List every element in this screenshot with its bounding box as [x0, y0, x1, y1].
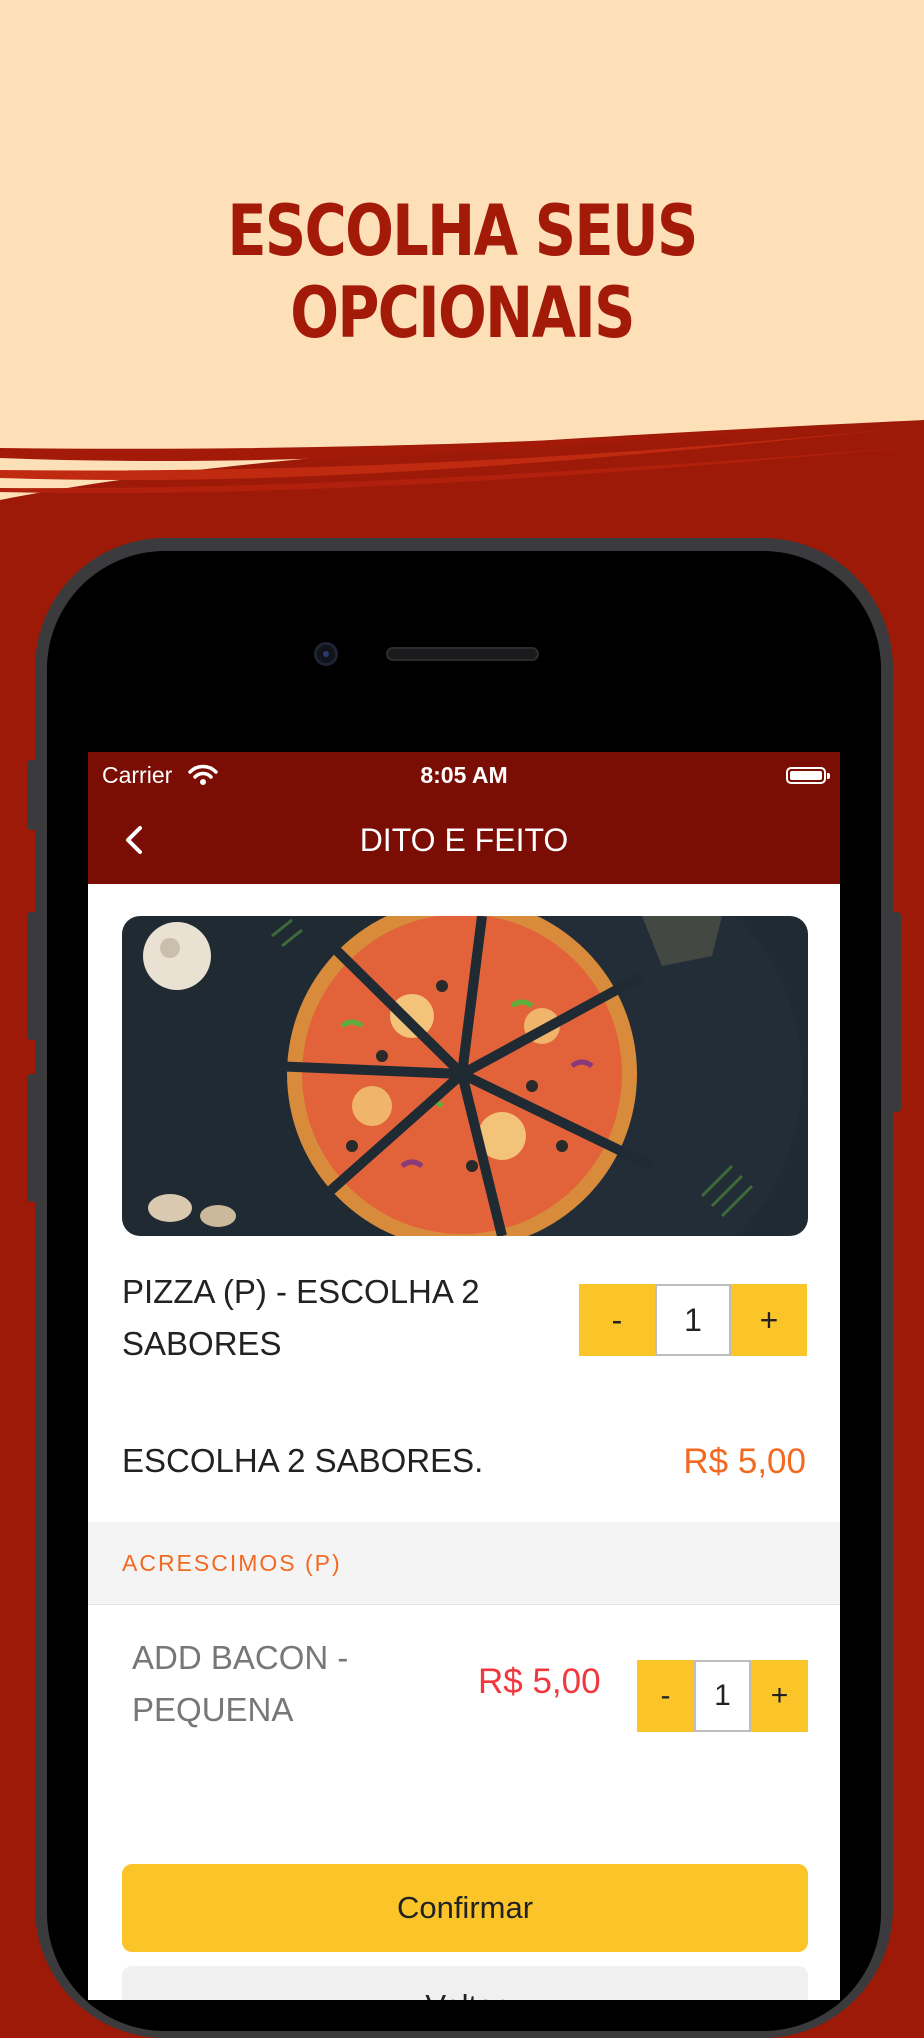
confirm-button[interactable]: Confirmar — [122, 1864, 808, 1952]
section-title: ACRESCIMOS (P) — [122, 1550, 342, 1576]
increase-quantity-button[interactable]: + — [731, 1284, 807, 1356]
option-price: R$ 5,00 — [478, 1662, 601, 1701]
battery-icon — [786, 767, 830, 784]
phone-power-button — [889, 912, 901, 1112]
status-time: 8:05 AM — [420, 762, 508, 788]
product-price: R$ 5,00 — [683, 1442, 806, 1481]
phone-side-button — [27, 760, 39, 830]
option-quantity-stepper: - 1 + — [637, 1660, 808, 1732]
phone-volume-down — [27, 1074, 39, 1202]
product-image — [122, 916, 808, 1236]
navigation-bar: DITO E FEITO — [88, 798, 840, 884]
phone-volume-up — [27, 912, 39, 1040]
decrease-option-button[interactable]: - — [637, 1660, 694, 1732]
product-description: ESCOLHA 2 SABORES. — [122, 1442, 484, 1479]
decrease-quantity-button[interactable]: - — [579, 1284, 655, 1356]
status-bar: Carrier 8:05 AM — [88, 752, 840, 798]
product-quantity-stepper: - 1 + — [579, 1284, 807, 1356]
front-camera-icon — [314, 642, 338, 666]
back-button[interactable]: Voltar — [122, 1966, 808, 2000]
section-header: ACRESCIMOS (P) — [88, 1522, 840, 1605]
option-name: ADD BACON - PEQUENA — [132, 1639, 349, 1728]
quantity-value: 1 — [655, 1284, 731, 1356]
app-screen: Carrier 8:05 AM DITO E FEITO PIZZA (P) -… — [88, 752, 840, 2000]
earpiece-speaker — [386, 647, 539, 661]
product-name: PIZZA (P) - ESCOLHA 2 SABORES — [122, 1273, 480, 1362]
increase-option-button[interactable]: + — [751, 1660, 808, 1732]
option-quantity-value: 1 — [694, 1660, 751, 1732]
promo-headline: ESCOLHA SEUS OPCIONAIS — [227, 190, 698, 354]
brush-stroke-decoration — [0, 420, 924, 530]
nav-title: DITO E FEITO — [359, 822, 569, 858]
